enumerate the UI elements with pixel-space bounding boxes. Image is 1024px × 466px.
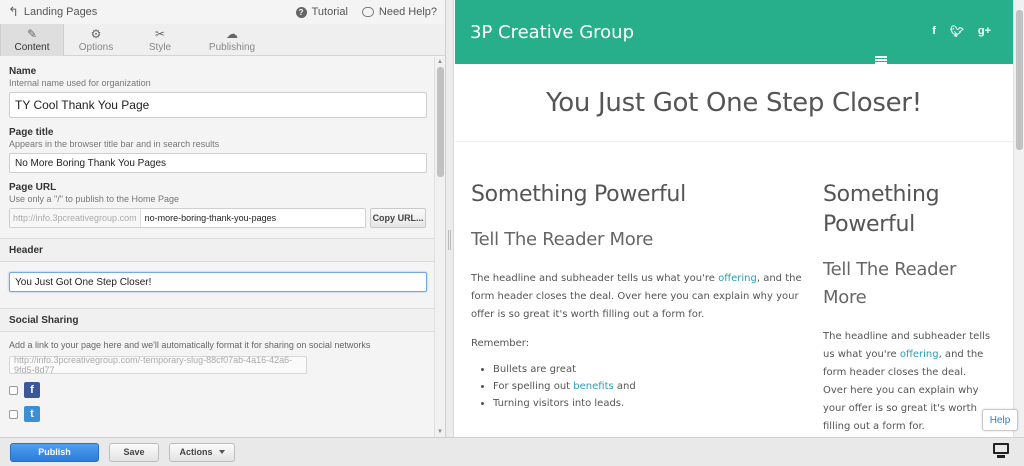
tab-style[interactable]: ✂ Style [128, 24, 192, 56]
page-title-input[interactable]: No More Boring Thank You Pages [9, 153, 427, 173]
desktop-preview-icon[interactable] [992, 443, 1010, 461]
page-url-help: Use only a "/" to publish to the Home Pa… [9, 194, 179, 204]
back-to-landing-pages[interactable]: ↰ Landing Pages [8, 4, 97, 20]
offering-link[interactable]: offering [900, 349, 939, 360]
page-title-help: Appears in the browser title bar and in … [9, 139, 220, 149]
name-label: Name [9, 66, 37, 77]
page-url-label: Page URL [9, 182, 57, 193]
preview-scrollbar[interactable] [1013, 0, 1024, 437]
editor-tabs: ✎ Content ⚙ Options ✂ Style ☁ Publishing [0, 24, 445, 56]
facebook-icon: f [24, 382, 40, 398]
back-label: Landing Pages [23, 6, 98, 18]
site-social-links: f 🐦︎ g+ [932, 25, 991, 38]
need-help-link[interactable]: Need Help? [361, 6, 437, 18]
editor-scroll-thumb[interactable] [437, 67, 444, 177]
tab-options[interactable]: ⚙ Options [64, 24, 128, 56]
list-item: For spelling out benefits and [493, 378, 811, 395]
header-input[interactable]: You Just Got One Step Closer! [9, 272, 427, 292]
page-url-slug[interactable]: no-more-boring-thank-you-pages [141, 209, 281, 227]
social-sharing-help: Add a link to your page here and we'll a… [9, 340, 371, 350]
tab-style-label: Style [148, 41, 172, 53]
page-url-field: Page URL Use only a "/" to publish to th… [0, 173, 434, 228]
right-paragraph: The headline and subheader tells us what… [823, 331, 991, 432]
facebook-checkbox[interactable] [9, 385, 18, 395]
list-item: Turning visitors into leads. [493, 395, 811, 412]
left-heading: Something Powerful [471, 182, 686, 207]
gear-icon: ⚙ [90, 26, 102, 41]
question-icon: ? [295, 6, 307, 18]
save-button[interactable]: Save [109, 442, 159, 462]
social-url-input[interactable]: http://info.3pcreativegroup.com/-tempora… [9, 355, 307, 375]
tutorial-link[interactable]: ? Tutorial [295, 6, 348, 18]
offering-link[interactable]: offering [718, 273, 757, 284]
site-brand[interactable]: 3P Creative Group [470, 22, 634, 43]
remember-label: Remember: [471, 338, 530, 349]
back-arrow-icon: ↰ [8, 4, 19, 19]
tab-publishing-label: Publishing [208, 41, 256, 53]
tab-options-label: Options [78, 41, 114, 53]
page-title-label: Page title [9, 127, 54, 138]
social-sharing-section-title: Social Sharing [0, 308, 434, 332]
cloud-upload-icon: ☁ [226, 26, 238, 41]
tutorial-label: Tutorial [311, 6, 348, 18]
chevron-down-icon [218, 450, 225, 454]
page-url-prefix: http://info.3pcreativegroup.com [10, 209, 141, 227]
name-field: Name Internal name used for organization… [0, 57, 434, 118]
help-button[interactable]: Help [982, 409, 1018, 431]
tab-publishing[interactable]: ☁ Publishing [192, 24, 272, 56]
publish-button[interactable]: Publish [10, 442, 99, 462]
left-paragraph: The headline and subheader tells us what… [471, 273, 802, 320]
need-help-label: Need Help? [378, 6, 437, 18]
header-section-title: Header [0, 238, 434, 262]
left-subheading: Tell The Reader More [471, 229, 653, 250]
editor-scrollbar[interactable]: ▲ ▼ [434, 57, 445, 437]
editor-topbar: ↰ Landing Pages ? Tutorial Need Help? [0, 0, 445, 24]
tab-content[interactable]: ✎ Content [0, 24, 64, 56]
actions-label: Actions [179, 447, 213, 457]
right-column: Something Powerful Tell The Reader More Th… [823, 180, 993, 436]
twitter-checkbox[interactable] [9, 409, 18, 419]
twitter-icon[interactable]: 🐦︎ [950, 25, 964, 38]
editor-panel: ↰ Landing Pages ? Tutorial Need Help? ✎ … [0, 0, 446, 437]
right-subheading: Tell The Reader More [823, 259, 957, 308]
hamburger-menu-icon[interactable] [875, 56, 887, 64]
scroll-up-icon[interactable]: ▲ [437, 59, 443, 65]
bullet-list: Bullets are great For spelling out benef… [471, 361, 811, 412]
bottom-toolbar: Publish Save Actions [0, 437, 1024, 466]
site-header: 3P Creative Group f 🐦︎ g+ [455, 0, 1013, 64]
page-title-field: Page title Appears in the browser title … [0, 118, 434, 173]
benefits-link[interactable]: benefits [573, 381, 613, 392]
left-column: Something Powerful Tell The Reader More … [471, 180, 811, 412]
twitter-icon: t [24, 406, 40, 422]
preview-scroll-thumb[interactable] [1016, 10, 1023, 150]
right-heading: Something Powerful [823, 182, 940, 237]
pencil-icon: ✎ [26, 26, 38, 41]
content-form: Name Internal name used for organization… [0, 57, 434, 437]
page-preview: 3P Creative Group f 🐦︎ g+ You Just Got O… [455, 0, 1013, 437]
tab-content-label: Content [14, 41, 50, 53]
name-input[interactable]: TY Cool Thank You Page [9, 92, 427, 118]
actions-dropdown[interactable]: Actions [169, 442, 235, 462]
scissors-icon: ✂ [154, 26, 166, 41]
name-help: Internal name used for organization [9, 78, 151, 88]
page-url-input[interactable]: http://info.3pcreativegroup.com no-more-… [9, 208, 367, 228]
google-plus-icon[interactable]: g+ [978, 25, 991, 38]
scroll-down-icon[interactable]: ▼ [437, 429, 443, 435]
hero: You Just Got One Step Closer! [455, 64, 1013, 142]
splitter-grip-icon[interactable] [448, 230, 451, 250]
chat-icon [361, 7, 374, 17]
copy-url-button[interactable]: Copy URL... [370, 208, 426, 228]
facebook-icon[interactable]: f [932, 25, 936, 38]
hero-title: You Just Got One Step Closer! [546, 87, 922, 118]
list-item: Bullets are great [493, 361, 811, 378]
panel-splitter[interactable] [446, 0, 454, 437]
